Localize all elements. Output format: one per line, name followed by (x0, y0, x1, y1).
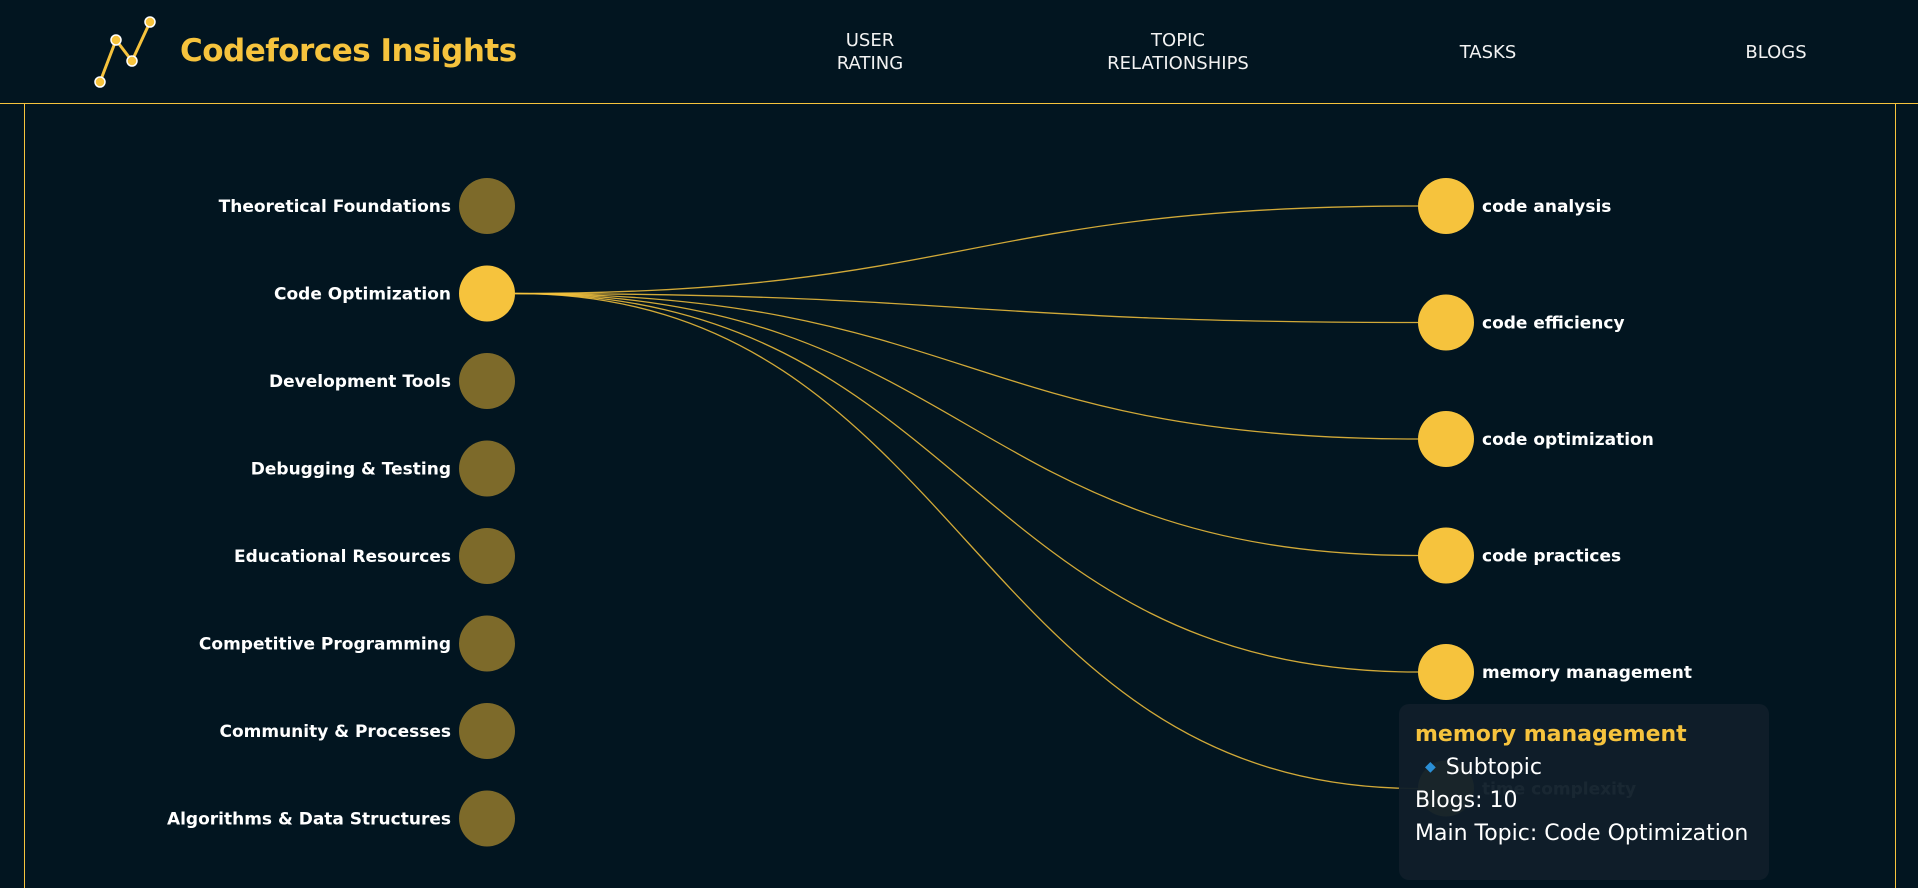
subtopic-node[interactable]: code practices (1418, 527, 1621, 584)
subtopic-node-label: code efficiency (1482, 314, 1625, 334)
topic-node-circle[interactable] (459, 440, 515, 497)
topic-node-circle[interactable] (459, 265, 515, 322)
topic-node-circle[interactable] (459, 790, 515, 847)
topic-node[interactable]: Development Tools (269, 353, 515, 409)
tooltip-blogs: Blogs: 10 (1415, 788, 1518, 813)
topic-node[interactable]: Competitive Programming (199, 615, 515, 672)
tooltip-title: memory management (1415, 722, 1687, 747)
link-group (514, 205, 1419, 790)
topic-node[interactable]: Algorithms & Data Structures (167, 790, 515, 847)
subtopic-node[interactable]: code optimization (1418, 411, 1654, 467)
topic-node-label: Code Optimization (274, 285, 451, 305)
topic-node-circle[interactable] (459, 353, 515, 409)
topic-node-circle[interactable] (459, 528, 515, 584)
tooltip-type: ◆ Subtopic (1415, 755, 1753, 780)
topic-link (514, 292, 1419, 557)
subtopic-node-circle[interactable] (1418, 411, 1474, 467)
topic-link (514, 292, 1419, 673)
topic-node[interactable]: Code Optimization (274, 265, 515, 322)
subtopic-node-label: code optimization (1482, 430, 1654, 450)
topic-node-label: Community & Processes (219, 722, 451, 742)
topic-node-circle[interactable] (459, 615, 515, 672)
subtopic-node-circle[interactable] (1418, 294, 1474, 351)
topic-node[interactable]: Debugging & Testing (251, 440, 515, 497)
subtopic-node-circle[interactable] (1418, 178, 1474, 234)
tooltip-main-topic: Main Topic: Code Optimization (1415, 821, 1749, 846)
topic-node[interactable]: Community & Processes (219, 703, 515, 759)
subtopic-node-label: code analysis (1482, 197, 1611, 217)
topic-node[interactable]: Educational Resources (234, 528, 515, 584)
topic-link (514, 292, 1419, 324)
subtopic-node[interactable]: memory management (1418, 644, 1692, 700)
node-tooltip: memory management ◆ Subtopic Blogs: 10 Ma… (1399, 704, 1769, 880)
topic-link (514, 292, 1419, 440)
topic-node-label: Algorithms & Data Structures (167, 810, 451, 830)
diamond-icon: ◆ (1425, 759, 1436, 775)
topic-node-circle[interactable] (459, 178, 515, 234)
tooltip-type-label: Subtopic (1445, 755, 1542, 780)
topic-node-label: Competitive Programming (199, 635, 451, 655)
subtopic-node[interactable]: code efficiency (1418, 294, 1625, 351)
topic-node-circle[interactable] (459, 703, 515, 759)
topic-node[interactable]: Theoretical Foundations (219, 178, 515, 234)
topic-node-label: Educational Resources (234, 547, 451, 567)
subtopic-node-label: memory management (1482, 663, 1692, 683)
topic-link (514, 205, 1419, 295)
subtopic-node[interactable]: code analysis (1418, 178, 1611, 234)
topic-link (514, 292, 1419, 790)
topic-node-label: Development Tools (269, 372, 451, 392)
topic-node-label: Theoretical Foundations (219, 197, 451, 217)
subtopic-node-circle[interactable] (1418, 644, 1474, 700)
topic-node-label: Debugging & Testing (251, 460, 451, 480)
subtopic-node-circle[interactable] (1418, 527, 1474, 584)
subtopic-node-label: code practices (1482, 547, 1621, 567)
